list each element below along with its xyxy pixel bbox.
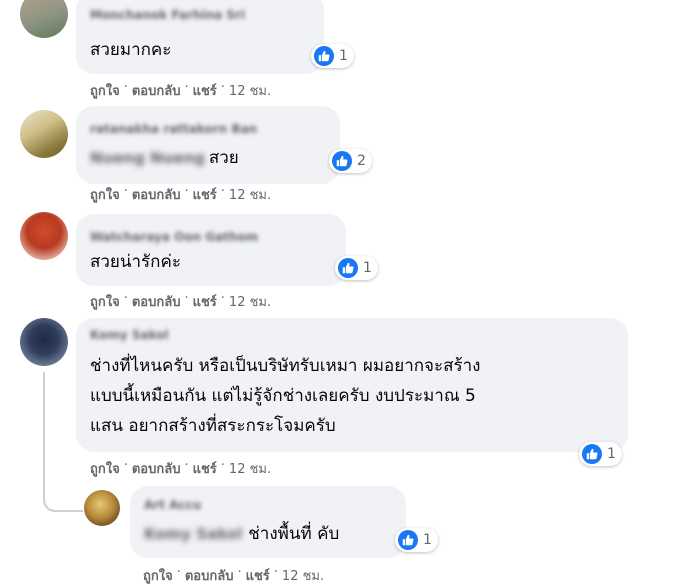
reply-actions: ถูกใจ · ตอบกลับ · แชร์ · 12 ชม.	[143, 565, 325, 586]
comment-timestamp[interactable]: 12 ชม.	[229, 458, 271, 479]
share-link[interactable]: แชร์	[193, 291, 217, 312]
reaction-count: 1	[339, 48, 348, 64]
comment-author[interactable]: ratanakha rattakorn Ban	[90, 122, 257, 136]
reaction-count: 2	[357, 153, 366, 169]
comment-actions: ถูกใจ · ตอบกลับ · แชร์ · 12 ชม.	[90, 458, 272, 479]
like-thumb-icon	[338, 258, 358, 278]
reply-link[interactable]: ตอบกลับ	[132, 184, 181, 205]
comment-author[interactable]: Monchanok Farhina Sri	[90, 8, 245, 22]
reaction-badge[interactable]: 1	[311, 44, 354, 68]
comment-text: สวยมากคะ	[90, 40, 172, 60]
like-link[interactable]: ถูกใจ	[143, 565, 173, 586]
comment-actions: ถูกใจ · ตอบกลับ · แชร์ · 12 ชม.	[90, 184, 272, 205]
comment-bubble: Watcharaya Oon Gathom สวยน่ารักค่ะ	[76, 214, 346, 286]
comment-text: Nueng Nueng สวย	[90, 148, 239, 168]
share-link[interactable]: แชร์	[193, 458, 217, 479]
comment-text-line: แสน อยากสร้างที่สระกระโจมครับ	[90, 416, 336, 436]
comment-author[interactable]: Watcharaya Oon Gathom	[90, 230, 258, 244]
reaction-badge[interactable]: 1	[335, 256, 378, 280]
comment-bubble: ratanakha rattakorn Ban Nueng Nueng สวย	[76, 106, 340, 184]
comment-text: สวยน่ารักค่ะ	[90, 252, 181, 272]
share-link[interactable]: แชร์	[193, 184, 217, 205]
thread-curve	[43, 470, 83, 512]
reply-link[interactable]: ตอบกลับ	[132, 80, 181, 101]
reaction-badge[interactable]: 2	[329, 149, 372, 173]
comment-timestamp[interactable]: 12 ชม.	[229, 184, 271, 205]
reply-link[interactable]: ตอบกลับ	[185, 565, 234, 586]
like-link[interactable]: ถูกใจ	[90, 80, 120, 101]
reaction-count: 1	[363, 260, 372, 276]
comment-text-line: แบบนี้เหมือนกัน แต่ไม่รู้จักช่างเลยครับ …	[90, 386, 476, 406]
like-thumb-icon	[332, 151, 352, 171]
reply-link[interactable]: ตอบกลับ	[132, 291, 181, 312]
reply-text: Komy Sakol ช่างพื้นที่ คับ	[144, 524, 340, 544]
comment-timestamp[interactable]: 12 ชม.	[229, 80, 271, 101]
comment-bubble: Komy Sakol ช่างที่ไหนครับ หรือเป็นบริษัท…	[76, 318, 628, 452]
like-thumb-icon	[314, 46, 334, 66]
reaction-badge[interactable]: 1	[579, 442, 622, 466]
avatar[interactable]	[20, 0, 68, 38]
comment-actions: ถูกใจ · ตอบกลับ · แชร์ · 12 ชม.	[90, 291, 272, 312]
comment-timestamp[interactable]: 12 ชม.	[229, 291, 271, 312]
reply-bubble: Art Accu Komy Sakol ช่างพื้นที่ คับ	[130, 486, 406, 558]
reaction-count: 1	[423, 532, 432, 548]
reaction-count: 1	[607, 446, 616, 462]
reaction-badge[interactable]: 1	[395, 528, 438, 552]
like-link[interactable]: ถูกใจ	[90, 458, 120, 479]
like-thumb-icon	[582, 444, 602, 464]
tagged-user[interactable]: Nueng Nueng	[90, 149, 205, 167]
share-link[interactable]: แชร์	[246, 565, 270, 586]
tagged-user[interactable]: Komy Sakol	[144, 525, 242, 543]
reply-link[interactable]: ตอบกลับ	[132, 458, 181, 479]
comment-actions: ถูกใจ · ตอบกลับ · แชร์ · 12 ชม.	[90, 80, 272, 101]
comment-bubble: Monchanok Farhina Sri สวยมากคะ	[76, 0, 324, 74]
share-link[interactable]: แชร์	[193, 80, 217, 101]
avatar[interactable]	[20, 110, 68, 158]
reply-timestamp[interactable]: 12 ชม.	[282, 565, 324, 586]
like-link[interactable]: ถูกใจ	[90, 291, 120, 312]
reply-author[interactable]: Art Accu	[144, 498, 201, 512]
avatar[interactable]	[84, 490, 120, 526]
avatar[interactable]	[20, 212, 68, 260]
comment-author[interactable]: Komy Sakol	[90, 328, 169, 342]
like-link[interactable]: ถูกใจ	[90, 184, 120, 205]
avatar[interactable]	[20, 318, 68, 366]
like-thumb-icon	[398, 530, 418, 550]
comment-text-line: ช่างที่ไหนครับ หรือเป็นบริษัทรับเหมา ผมอ…	[90, 356, 481, 376]
